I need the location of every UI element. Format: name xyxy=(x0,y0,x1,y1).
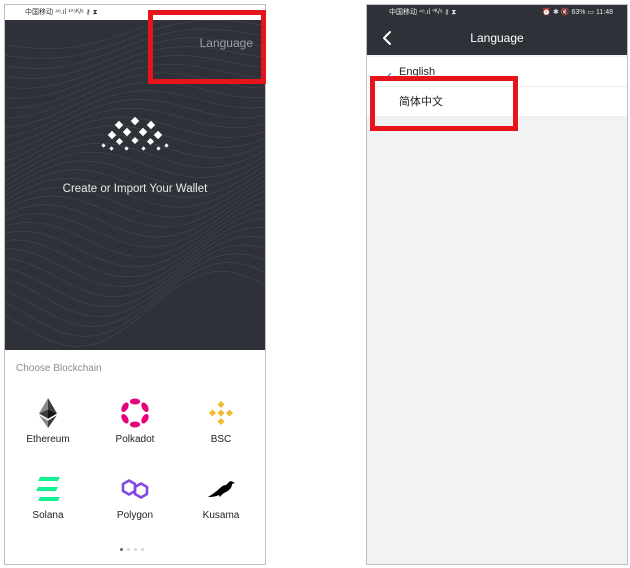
wave-line xyxy=(5,55,265,99)
language-label: 简体中文 xyxy=(399,96,443,108)
chain-option-solana[interactable]: Solana xyxy=(13,473,83,521)
page-dot xyxy=(141,548,144,551)
wave-line xyxy=(5,227,265,298)
page-dot xyxy=(127,548,130,551)
chain-label: Ethereum xyxy=(26,434,70,445)
wave-line xyxy=(5,64,265,109)
hero-panel: 中国移动 ⁴⁶.ıl ¹⁰⁵ᴷ/ˢ ⚷ ⧗ Language Create or… xyxy=(5,5,265,350)
chain-option-kusama[interactable]: Kusama xyxy=(186,473,256,521)
wave-line xyxy=(5,262,265,337)
kusama-icon xyxy=(205,473,237,505)
wave-line xyxy=(5,270,265,347)
polkadot-icon xyxy=(119,397,151,429)
chain-label: Solana xyxy=(32,510,64,521)
wave-line xyxy=(5,196,265,258)
section-label: Choose Blockchain xyxy=(16,363,102,374)
wallet-welcome-screen: 中国移动 ⁴⁶.ıl ¹⁰⁵ᴷ/ˢ ⚷ ⧗ Language Create or… xyxy=(4,4,266,565)
check-icon xyxy=(380,65,392,82)
solana-icon xyxy=(32,473,64,505)
status-bar-left: 中国移动 ⁴⁶.ıl ⁰ᴷ/ˢ ⚷ ⧗ xyxy=(389,9,457,16)
bsc-icon xyxy=(205,397,237,429)
status-bar: 中国移动 ⁴⁶.ıl ⁰ᴷ/ˢ ⚷ ⧗ ⏰ ✱ 🔇 63% ▭ 11:48 xyxy=(367,5,627,21)
app-logo xyxy=(97,116,173,159)
chain-option-bsc[interactable]: BSC xyxy=(186,397,256,445)
wave-line xyxy=(5,190,265,248)
chain-option-ethereum[interactable]: Ethereum xyxy=(13,397,83,445)
page-dot xyxy=(134,548,137,551)
wave-line xyxy=(5,244,265,317)
wave-line xyxy=(5,202,265,268)
header-bar: 中国移动 ⁴⁶.ıl ⁰ᴷ/ˢ ⚷ ⧗ ⏰ ✱ 🔇 63% ▭ 11:48 La… xyxy=(367,5,627,55)
page-dot-active xyxy=(120,548,123,551)
wave-line xyxy=(5,253,265,327)
language-list: English 简体中文 xyxy=(367,57,627,117)
status-bar-right: ⏰ ✱ 🔇 63% ▭ 11:48 xyxy=(542,9,613,16)
chain-label: Kusama xyxy=(202,510,240,521)
page-title: Create or Import Your Wallet xyxy=(62,183,208,195)
chain-label: BSC xyxy=(210,434,232,445)
wave-pattern-background xyxy=(5,11,265,347)
language-settings-screen: 中国移动 ⁴⁶.ıl ⁰ᴷ/ˢ ⚷ ⧗ ⏰ ✱ 🔇 63% ▭ 11:48 La… xyxy=(366,4,628,565)
ethereum-icon xyxy=(32,397,64,429)
chain-label: Polygon xyxy=(116,510,154,521)
wave-line xyxy=(5,46,265,89)
language-label: English xyxy=(399,66,436,78)
status-bar: 中国移动 ⁴⁶.ıl ¹⁰⁵ᴷ/ˢ ⚷ ⧗ xyxy=(5,5,265,20)
polygon-icon xyxy=(119,473,151,505)
language-option-english[interactable]: English xyxy=(367,57,627,87)
chain-option-polygon[interactable]: Polygon xyxy=(100,473,170,521)
language-link[interactable]: Language xyxy=(200,36,253,50)
page-title: Language xyxy=(470,31,524,45)
language-option-chinese[interactable]: 简体中文 xyxy=(367,87,627,117)
chain-option-polkadot[interactable]: Polkadot xyxy=(100,397,170,445)
chain-label: Polkadot xyxy=(115,434,155,445)
page-indicator xyxy=(120,548,150,552)
